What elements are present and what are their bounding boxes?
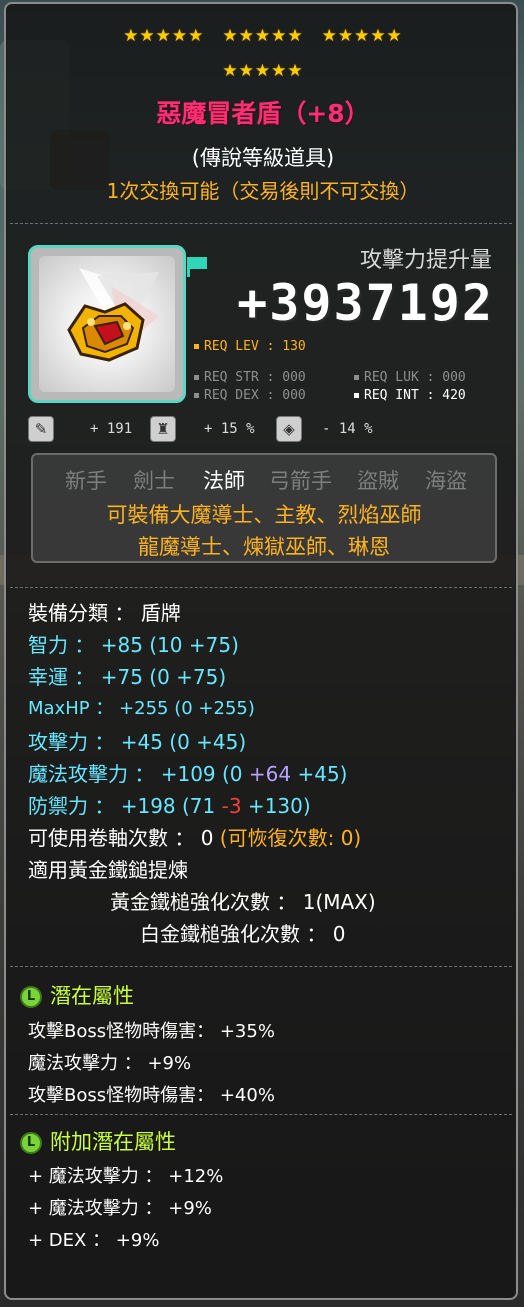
shield-icon [67, 268, 159, 362]
equip-category: 裝備分類 ： 盾牌 [28, 601, 181, 625]
scroll-recover: (可恢復次數: 0) [219, 826, 362, 850]
job-warrior: 劍士 [133, 469, 175, 493]
stat-maxhp: MaxHP ： +255 (0 +255) [28, 694, 255, 720]
stat-matk-value: +109 (0 [154, 762, 249, 786]
flame-stat-icon: ✎ [28, 416, 54, 442]
divider [10, 223, 512, 224]
stat-attack: 攻擊力 ： +45 (0 +45) [28, 726, 246, 755]
small-stat-value-2: + 15 % [204, 421, 255, 437]
divider [10, 966, 512, 967]
req-dex: REQ DEX : 000 [194, 388, 306, 403]
req-luk-text: REQ LUK : 000 [364, 370, 466, 385]
stat-maxhp-value: +255 (0 +255) [113, 698, 255, 719]
stat-attack-label: 攻擊力 ： [28, 730, 115, 754]
job-bowman: 弓箭手 [269, 469, 332, 493]
attack-boost-label: 攻擊力提升量 [359, 248, 492, 273]
potential-line-2: 魔法攻擊力 ： +9% [28, 1053, 192, 1074]
flag-icon [187, 257, 207, 269]
legendary-potential-icon: L [20, 986, 42, 1008]
bullet-icon [194, 393, 199, 398]
stat-luk: 幸運 ： +75 (0 +75) [28, 661, 226, 690]
stat-matk-scroll: +45) [291, 762, 348, 786]
item-tooltip: ★★★★★ ★★★★★ ★★★★★ ★★★★★ 惡魔冒者盾（+8） (傳說等級道具)… [4, 2, 518, 1300]
additional-potential-line-1: + 魔法攻擊力 ： +12% [28, 1166, 224, 1187]
star-force-row-2: ★★★★★ [6, 61, 520, 81]
item-icon-frame [28, 245, 186, 403]
scroll-slots-label: 可使用卷軸次數 ： 0 [28, 826, 220, 850]
stat-matk-label: 魔法攻擊力 ： [28, 762, 155, 786]
stat-def-scroll: +130) [241, 794, 311, 818]
star-group: ★★★★★ [123, 26, 205, 46]
star-force-row: ★★★★★ ★★★★★ ★★★★★ [6, 26, 520, 46]
job-pirate: 海盜 [425, 469, 467, 493]
stat-def-value: +198 (71 [114, 794, 222, 818]
star-group: ★★★★★ [321, 26, 403, 46]
additional-potential-line-2: + 魔法攻擊力 ： +9% [28, 1198, 212, 1219]
equippable-jobs-line-1: 可裝備大魔導士、主教、烈焰巫師 [106, 503, 422, 527]
small-stat-value-3: - 14 % [322, 421, 373, 437]
bullet-icon [354, 375, 359, 380]
stat-matk-bonus: +64 [248, 762, 292, 786]
stat-def-penalty: -3 [221, 794, 242, 818]
golden-hammer-applied: 適用黃金鐵鎚提煉 [28, 858, 188, 882]
additional-potential-header: L 附加潛在屬性 [20, 1126, 176, 1156]
golden-hammer-count: 黃金鐵槌強化次數 ： 1(MAX) [110, 890, 376, 914]
star-group: ★★★★★ [222, 61, 304, 81]
bullet-icon [194, 344, 199, 349]
req-luk: REQ LUK : 000 [354, 370, 466, 385]
stat-int: 智力 ： +85 (10 +75) [28, 629, 239, 658]
potential-header: L 潛在屬性 [20, 980, 134, 1010]
stat-luk-value: +75 (0 +75) [94, 665, 227, 689]
stat-luk-label: 幸運 ： [28, 665, 95, 689]
req-str-text: REQ STR : 000 [204, 370, 306, 385]
potential-line-3: 攻擊Boss怪物時傷害： +40% [28, 1085, 275, 1106]
item-rank: (傳說等級道具) [191, 146, 335, 170]
legendary-potential-icon: L [20, 1132, 42, 1154]
req-dex-text: REQ DEX : 000 [204, 388, 306, 403]
trade-info: 1次交換可能（交易後則不可交換） [106, 179, 420, 203]
additional-potential-line-3: + DEX ： +9% [28, 1230, 160, 1251]
additional-potential-title: 附加潛在屬性 [50, 1130, 176, 1154]
scroll-slots: 可使用卷軸次數 ： 0 (可恢復次數: 0) [28, 822, 361, 851]
bullet-icon [194, 375, 199, 380]
attack-boost-value: +3937192 [237, 274, 494, 332]
stat-int-value: +85 (10 +75) [94, 633, 239, 657]
bullet-icon [354, 393, 359, 398]
req-str: REQ STR : 000 [194, 370, 306, 385]
job-thief: 盜賊 [357, 469, 399, 493]
stat-magic-attack: 魔法攻擊力 ： +109 (0 +64 +45) [28, 758, 347, 787]
boss-stat-icon: ♜ [150, 416, 176, 442]
ignore-defense-icon: ◈ [276, 416, 302, 442]
platinum-hammer-count: 白金鐵槌強化次數 ： 0 [140, 922, 346, 946]
stat-int-label: 智力 ： [28, 633, 95, 657]
potential-title: 潛在屬性 [50, 984, 134, 1008]
divider [10, 1114, 512, 1115]
star-group: ★★★★★ [222, 26, 304, 46]
stat-attack-value: +45 (0 +45) [114, 730, 247, 754]
job-beginner: 新手 [65, 469, 107, 493]
job-requirements-box: 新手 劍士 法師 弓箭手 盜賊 海盜 可裝備大魔導士、主教、烈焰巫師 龍魔導士、… [31, 453, 497, 563]
stat-maxhp-label: MaxHP ： [28, 698, 114, 719]
small-stat-value-1: + 191 [90, 421, 133, 437]
stat-def-label: 防禦力 ： [28, 794, 115, 818]
stat-defense: 防禦力 ： +198 (71 -3 +130) [28, 790, 311, 819]
req-level: REQ LEV : 130 [194, 339, 306, 354]
req-int: REQ INT : 420 [354, 388, 466, 403]
item-name: 惡魔冒者盾（+8） [156, 99, 370, 128]
divider [10, 587, 512, 588]
equippable-jobs-line-2: 龍魔導士、煉獄巫師、琳恩 [138, 535, 390, 559]
req-level-text: REQ LEV : 130 [204, 339, 306, 354]
req-int-text: REQ INT : 420 [364, 388, 466, 403]
potential-line-1: 攻擊Boss怪物時傷害： +35% [28, 1021, 275, 1042]
job-magician: 法師 [203, 469, 245, 493]
item-icon [39, 256, 175, 392]
